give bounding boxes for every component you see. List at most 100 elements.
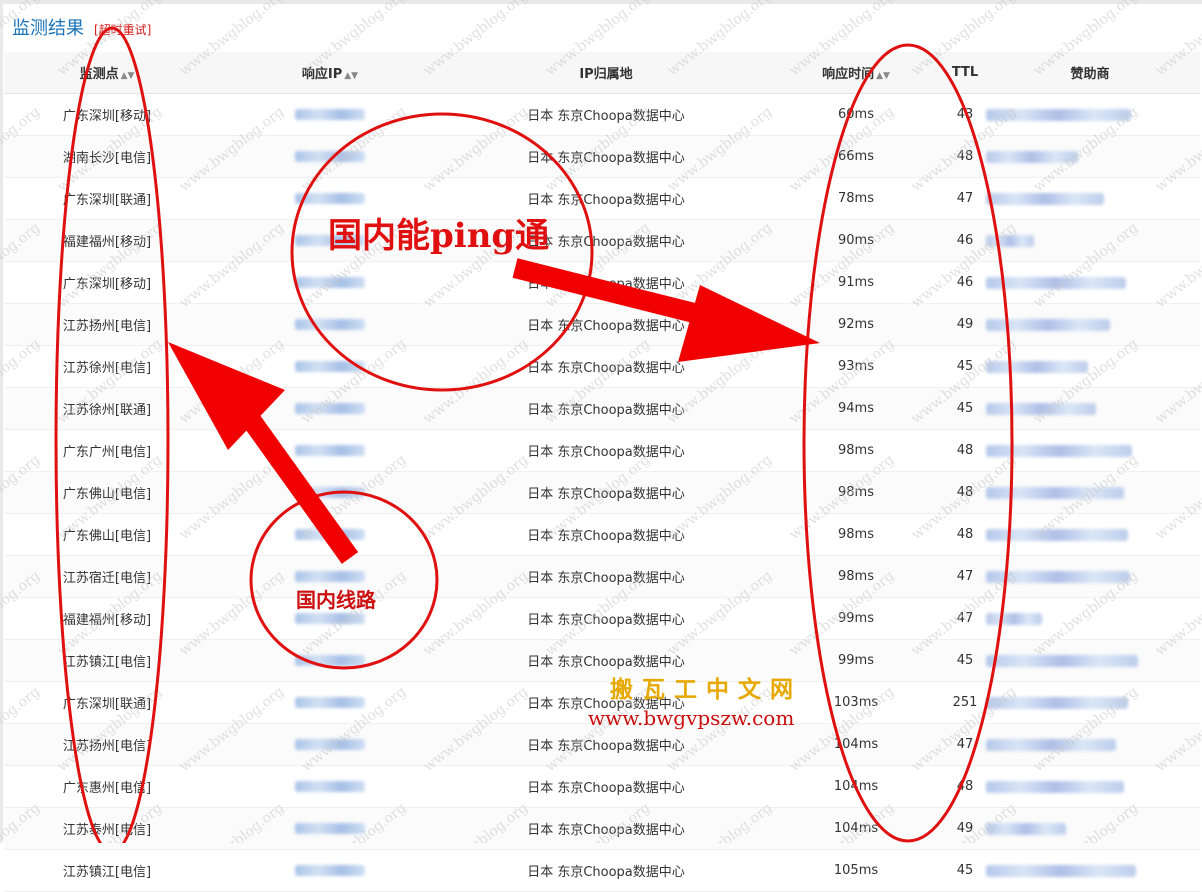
site-watermark: www.bwgvpszw.com [588, 706, 795, 730]
sponsor-cell [980, 849, 1200, 892]
ip-cell [210, 303, 450, 346]
table-row: 江苏徐州[联通] 日本 东京Choopa数据中心 94ms 45 [4, 387, 1200, 430]
ip-cell [210, 345, 450, 388]
response-time-cell: 60ms [762, 93, 950, 136]
redacted-sponsor [986, 864, 1136, 877]
location-cell: 日本 东京Choopa数据中心 [450, 345, 762, 388]
ip-cell [210, 807, 450, 850]
sponsor-cell [980, 429, 1200, 472]
table-body: 广东深圳[移动] 日本 东京Choopa数据中心 60ms 43 湖南长沙[电信] 日本 … [4, 93, 1200, 892]
ttl-cell: 48 [950, 513, 980, 556]
table-row: 广东深圳[移动] 日本 东京Choopa数据中心 91ms 46 [4, 261, 1200, 304]
table-row: 广东佛山[电信] 日本 东京Choopa数据中心 98ms 48 [4, 471, 1200, 514]
sponsor-cell [980, 555, 1200, 598]
sort-icon[interactable]: ▲▼ [121, 71, 135, 81]
ip-cell [210, 681, 450, 724]
column-header-response-time[interactable]: 响应时间 ▲▼ [762, 52, 950, 94]
location-cell: 日本 东京Choopa数据中心 [450, 261, 762, 304]
redacted-sponsor [986, 654, 1138, 667]
ip-cell [210, 135, 450, 178]
node-cell: 广东深圳[联通] [4, 681, 210, 724]
redacted-sponsor [986, 444, 1132, 457]
node-cell: 江苏徐州[联通] [4, 387, 210, 430]
ttl-cell: 47 [950, 177, 980, 220]
ttl-cell: 47 [950, 723, 980, 766]
column-header-node[interactable]: 监测点 ▲▼ [4, 52, 210, 94]
ttl-cell: 47 [950, 555, 980, 598]
sponsor-cell [980, 765, 1200, 808]
redacted-ip [295, 487, 365, 498]
column-header-ip[interactable]: 响应IP ▲▼ [210, 52, 450, 94]
sort-icon[interactable]: ▲▼ [876, 71, 890, 81]
sponsor-cell [980, 807, 1200, 850]
ip-cell [210, 93, 450, 136]
location-cell: 日本 东京Choopa数据中心 [450, 513, 762, 556]
ttl-cell: 48 [950, 135, 980, 178]
location-cell: 日本 东京Choopa数据中心 [450, 807, 762, 850]
page-title: 监测结果 [12, 18, 84, 39]
redacted-sponsor [986, 528, 1128, 541]
redacted-ip [295, 697, 365, 708]
sponsor-cell [980, 723, 1200, 766]
node-cell: 福建福州[移动] [4, 219, 210, 262]
table-row: 江苏镇江[电信] 日本 东京Choopa数据中心 105ms 45 [4, 849, 1200, 892]
redacted-sponsor [986, 780, 1124, 793]
ip-cell [210, 513, 450, 556]
redacted-ip [295, 571, 365, 582]
column-header-sponsor: 赞助商 [980, 52, 1200, 94]
timeout-retry-link[interactable]: [超时重试] [94, 21, 151, 38]
table-row: 福建福州[移动] 日本 东京Choopa数据中心 90ms 46 [4, 219, 1200, 262]
redacted-sponsor [986, 402, 1096, 415]
node-cell: 湖南长沙[电信] [4, 135, 210, 178]
ttl-cell: 49 [950, 807, 980, 850]
sponsor-cell [980, 177, 1200, 220]
ttl-cell: 46 [950, 219, 980, 262]
column-header-location: IP归属地 [450, 52, 762, 94]
redacted-ip [295, 655, 365, 666]
ip-cell [210, 765, 450, 808]
table-row: 湖南长沙[电信] 日本 东京Choopa数据中心 66ms 48 [4, 135, 1200, 178]
sponsor-cell [980, 345, 1200, 388]
ttl-cell: 43 [950, 93, 980, 136]
node-cell: 江苏扬州[电信] [4, 303, 210, 346]
table-row: 福建福州[移动] 日本 东京Choopa数据中心 99ms 47 [4, 597, 1200, 640]
sponsor-cell [980, 261, 1200, 304]
redacted-ip [295, 781, 365, 792]
response-time-cell: 105ms [762, 849, 950, 892]
ttl-cell: 48 [950, 765, 980, 808]
response-time-cell: 66ms [762, 135, 950, 178]
response-time-cell: 98ms [762, 471, 950, 514]
response-time-cell: 98ms [762, 513, 950, 556]
ttl-cell: 45 [950, 639, 980, 682]
response-time-cell: 92ms [762, 303, 950, 346]
node-cell: 江苏宿迁[电信] [4, 555, 210, 598]
redacted-ip [295, 823, 365, 834]
redacted-ip [295, 865, 365, 876]
table-row: 广东惠州[电信] 日本 东京Choopa数据中心 104ms 48 [4, 765, 1200, 808]
route-annotation-label: 国内线路 [296, 588, 376, 612]
response-time-cell: 98ms [762, 429, 950, 472]
ttl-cell: 48 [950, 471, 980, 514]
response-time-cell: 78ms [762, 177, 950, 220]
ping-annotation-label: 国内能ping通 [328, 216, 550, 256]
redacted-ip [295, 739, 365, 750]
column-header-ttl: TTL [950, 52, 980, 94]
redacted-sponsor [986, 822, 1066, 835]
sponsor-cell [980, 597, 1200, 640]
brand-watermark: 搬瓦工中文网 [610, 676, 802, 703]
sort-icon[interactable]: ▲▼ [344, 71, 358, 81]
results-header: 监测结果 [超时重试] [12, 14, 151, 44]
node-cell: 广东佛山[电信] [4, 513, 210, 556]
ttl-cell: 251 [950, 681, 980, 724]
ip-cell [210, 261, 450, 304]
node-cell: 江苏镇江[电信] [4, 849, 210, 892]
location-cell: 日本 东京Choopa数据中心 [450, 135, 762, 178]
node-cell: 广东广州[电信] [4, 429, 210, 472]
table-row: 广东深圳[联通] 日本 东京Choopa数据中心 78ms 47 [4, 177, 1200, 220]
sponsor-cell [980, 387, 1200, 430]
response-time-cell: 94ms [762, 387, 950, 430]
table-row: 江苏宿迁[电信] 日本 东京Choopa数据中心 98ms 47 [4, 555, 1200, 598]
node-cell: 江苏泰州[电信] [4, 807, 210, 850]
redacted-ip [295, 277, 365, 288]
redacted-ip [295, 361, 365, 372]
